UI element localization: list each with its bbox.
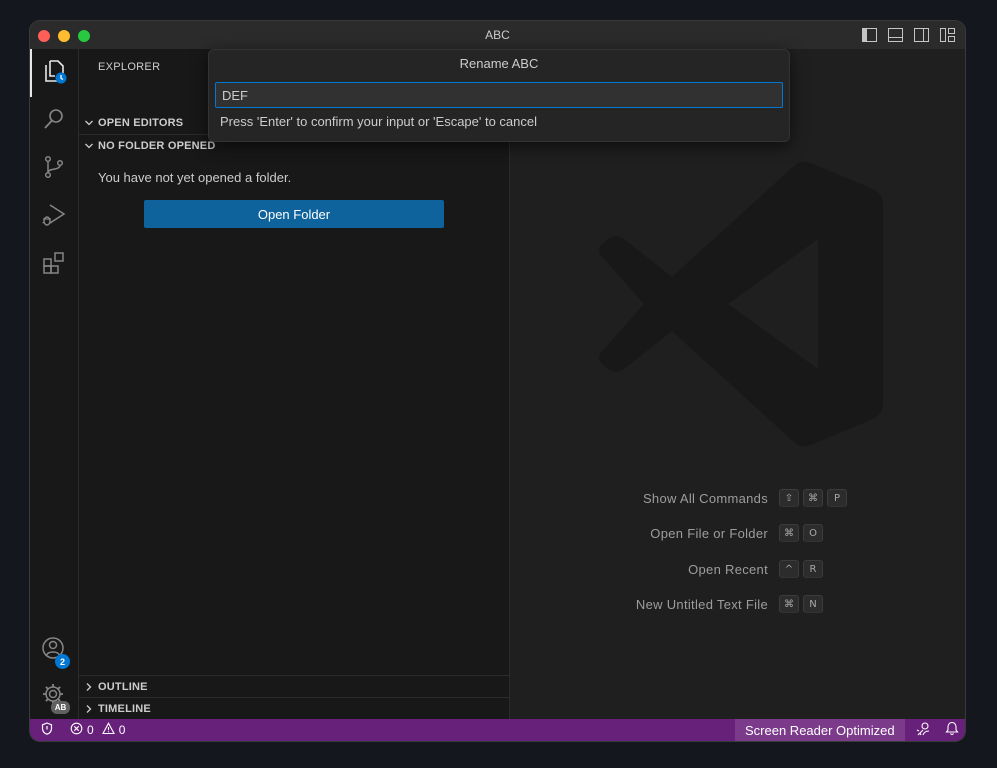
no-folder-message: You have not yet opened a folder. [98,170,292,185]
error-count: 0 [87,723,94,737]
vscode-logo-watermark-icon [598,159,883,454]
explorer-activity[interactable] [30,49,78,97]
run-debug-activity[interactable] [30,193,78,241]
accounts-activity[interactable]: 2 [30,627,78,675]
toggle-panel-icon[interactable] [888,28,903,42]
keybinding-key: ⌘ [779,524,799,542]
keybinding-key: ⌘ [803,489,823,507]
shield-icon [41,722,53,738]
open-folder-button[interactable]: Open Folder [144,200,444,228]
feedback-icon[interactable] [915,721,931,740]
manage-profile-badge: AB [51,701,70,714]
keybinding-key: ^ [779,560,799,578]
source-control-icon [42,155,66,184]
screen-reader-optimized-indicator[interactable]: Screen Reader Optimized [735,719,905,741]
layout-controls [862,28,955,42]
manage-activity[interactable]: AB [30,673,78,721]
shortcut-keys: ⌘ O [779,524,823,542]
shortcut-row[interactable]: Show All Commands ⇧ ⌘ P [510,489,965,509]
shortcut-row[interactable]: New Untitled Text File ⌘ N [510,595,965,615]
chevron-down-icon [79,141,98,151]
customize-layout-icon[interactable] [940,28,955,42]
vscode-window: ABC 2 AB EXPLORER OPEN EDITORS NO FOLDER… [30,21,965,741]
sidebar-title: EXPLORER [98,61,161,73]
status-bar: 0 0 Screen Reader Optimized [30,719,965,741]
status-bar-right [915,719,959,741]
chevron-right-icon [79,682,98,692]
extensions-activity[interactable] [30,241,78,289]
error-icon [70,722,83,738]
shortcut-label: New Untitled Text File [635,597,768,612]
shortcut-label: Open File or Folder [650,526,768,541]
shortcut-keys: ^ R [779,560,823,578]
chevron-right-icon [79,704,98,714]
quick-input-title: Rename ABC [459,56,539,71]
keybinding-key: P [827,489,847,507]
accounts-badge: 2 [55,654,70,669]
search-activity[interactable] [30,97,78,145]
shortcut-keys: ⇧ ⌘ P [779,489,847,507]
warning-count: 0 [118,723,126,737]
toggle-primary-sidebar-icon[interactable] [862,28,877,42]
keybinding-key: R [803,560,823,578]
notifications-bell-icon[interactable] [945,721,959,739]
outline-label: OUTLINE [98,681,148,693]
title-bar: ABC [30,21,965,50]
timeline-section[interactable]: TIMELINE [79,697,509,720]
timeline-label: TIMELINE [98,703,151,715]
no-folder-label: NO FOLDER OPENED [98,140,216,152]
open-editors-label: OPEN EDITORS [98,117,184,129]
keybinding-key: N [803,595,823,613]
problems-indicator[interactable]: 0 0 [64,722,131,738]
run-debug-icon [41,202,67,233]
editor-area: Show All Commands ⇧ ⌘ P Open File or Folder ⌘… [510,49,965,719]
shortcut-row[interactable]: Open File or Folder ⌘ O [510,524,965,544]
extensions-icon [41,250,67,281]
toggle-secondary-sidebar-icon[interactable] [914,28,929,42]
window-title: ABC [485,28,510,42]
status-bar-left: 0 0 [30,719,131,741]
rename-quick-input: Rename ABC Press 'Enter' to confirm your… [208,49,790,142]
shortcut-keys: ⌘ N [779,595,823,613]
files-icon [42,58,68,89]
keybinding-key: O [803,524,823,542]
shortcut-label: Show All Commands [642,491,768,506]
explorer-sidebar: EXPLORER OPEN EDITORS NO FOLDER OPENED Y… [79,49,510,719]
rename-input[interactable] [215,82,783,108]
warning-icon [101,722,115,738]
activity-bar: 2 AB [30,49,79,719]
keybinding-key: ⇧ [779,489,799,507]
outline-section[interactable]: OUTLINE [79,675,509,698]
quick-input-message: Press 'Enter' to confirm your input or '… [220,114,538,129]
shortcut-row[interactable]: Open Recent ^ R [510,560,965,580]
chevron-down-icon [79,118,98,128]
source-control-activity[interactable] [30,145,78,193]
shortcut-label: Open Recent [688,562,768,577]
keybinding-key: ⌘ [779,595,799,613]
remote-indicator[interactable] [30,719,64,741]
search-icon [42,107,66,136]
